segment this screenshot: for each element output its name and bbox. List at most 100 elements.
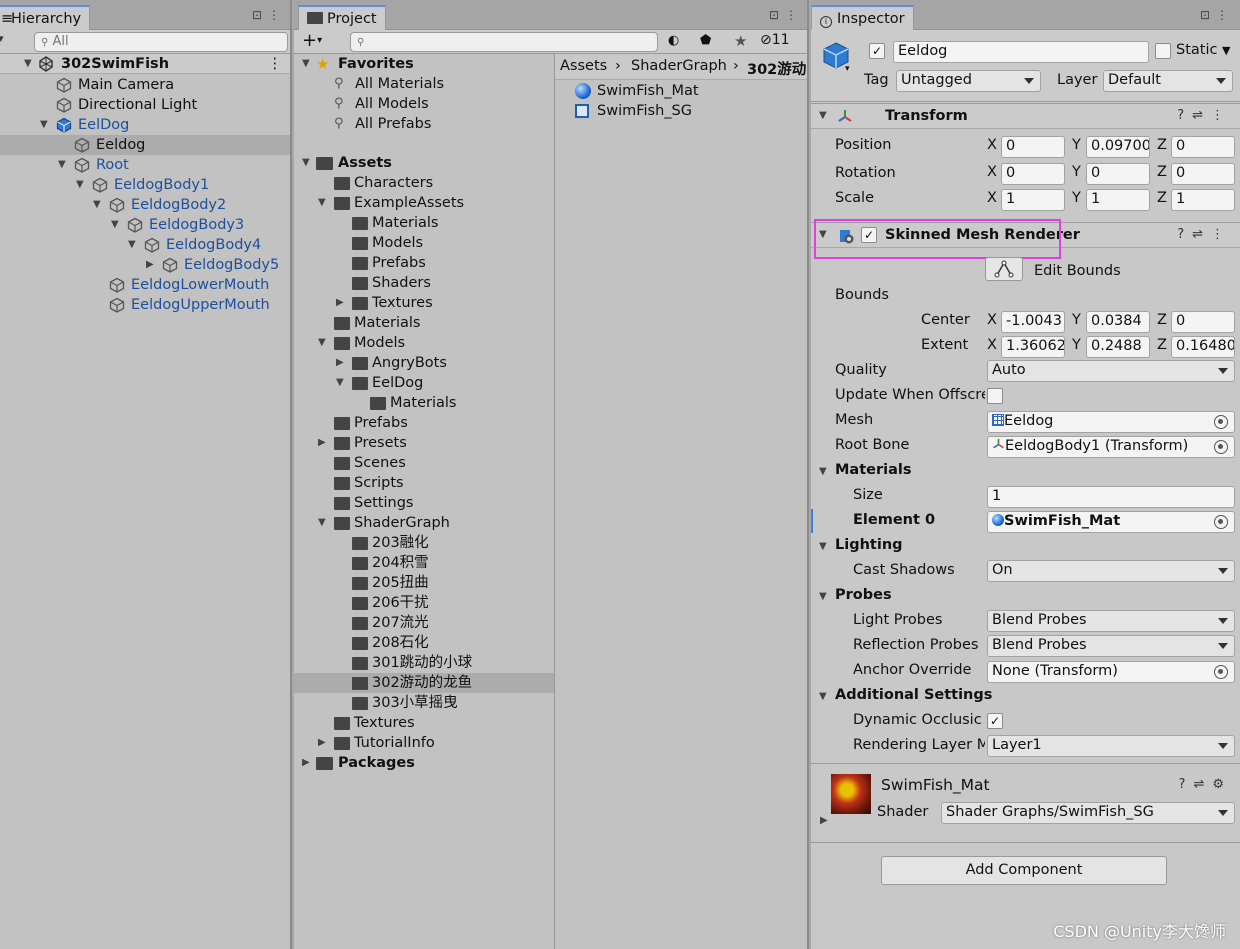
hierarchy-item[interactable]: ▼ Root (0, 155, 290, 175)
folder-tree-item[interactable]: 303小草摇曳 (294, 693, 554, 713)
more-icon[interactable]: ⋮ (1211, 108, 1232, 123)
expand-arrow-icon[interactable]: ▼ (58, 155, 66, 175)
object-name-field[interactable]: Eeldog (893, 41, 1149, 63)
scale-z-field[interactable]: 1 (1171, 189, 1235, 211)
tag-dropdown[interactable]: Untagged (896, 70, 1041, 92)
filter-label-icon[interactable]: ⬟ (700, 33, 711, 48)
expand-arrow-icon[interactable]: ▼ (302, 54, 310, 74)
collapse-arrow-icon[interactable]: ▶ (302, 753, 310, 773)
folder-tree-item[interactable]: Materials (294, 313, 554, 333)
lock-icon[interactable]: ⊡ (1200, 8, 1216, 22)
expand-arrow-icon[interactable]: ▼ (318, 333, 326, 353)
rotation-x-field[interactable]: 0 (1001, 163, 1065, 185)
bounds-center-z-field[interactable]: 0 (1171, 311, 1235, 333)
collapse-arrow-icon[interactable]: ▶ (146, 255, 154, 275)
bounds-extent-y-field[interactable]: 0.2488 (1086, 336, 1150, 358)
material-expand-arrow-icon[interactable]: ▶ (820, 815, 828, 826)
inspector-tab-icons[interactable]: ⊡⋮ (1200, 8, 1234, 22)
object-picker-icon[interactable] (1214, 515, 1228, 529)
mesh-field[interactable]: Eeldog (987, 411, 1235, 433)
hierarchy-search-input[interactable]: ⚲ All (34, 32, 288, 52)
folder-tree-item[interactable]: 205扭曲 (294, 573, 554, 593)
folder-tree-item[interactable]: 208石化 (294, 633, 554, 653)
hierarchy-item[interactable]: Main Camera (0, 75, 290, 95)
object-picker-icon[interactable] (1214, 665, 1228, 679)
breadcrumb-assets[interactable]: Assets (560, 58, 607, 74)
tab-inspector[interactable]: i Inspector (811, 5, 914, 30)
collapse-arrow-icon[interactable]: ▶ (318, 733, 326, 753)
expand-arrow-icon[interactable]: ▼ (336, 373, 344, 393)
bounds-extent-x-field[interactable]: 1.36062 (1001, 336, 1065, 358)
folder-tree-item[interactable]: ▶ AngryBots (294, 353, 554, 373)
folder-tree-item[interactable]: 207流光 (294, 613, 554, 633)
folder-tree-item[interactable]: ▶ Textures (294, 293, 554, 313)
folder-tree-item[interactable]: Prefabs (294, 413, 554, 433)
project-search-input[interactable]: ⚲ (350, 32, 658, 52)
breadcrumb-shadergraph[interactable]: ShaderGraph (631, 58, 727, 74)
folder-tree-item[interactable]: Settings (294, 493, 554, 513)
materials-expand-arrow-icon[interactable]: ▼ (819, 466, 827, 477)
bounds-extent-z-field[interactable]: 0.16480 (1171, 336, 1235, 358)
lock-icon[interactable]: ⊡ (769, 8, 785, 22)
root-bone-field[interactable]: EeldogBody1 (Transform) (987, 436, 1235, 458)
gear-icon[interactable]: ⚙ (1212, 777, 1232, 792)
folder-tree-item[interactable]: ▼ Models (294, 333, 554, 353)
folder-tree-item[interactable]: Prefabs (294, 253, 554, 273)
add-asset-button[interactable]: +▾ (302, 30, 322, 52)
expand-arrow-icon[interactable]: ▼ (76, 175, 84, 195)
expand-arrow-icon[interactable]: ▼ (318, 193, 326, 213)
materials-size-field[interactable]: 1 (987, 486, 1235, 508)
lock-icon[interactable]: ⊡ (252, 8, 268, 22)
expand-arrow-icon[interactable]: ▼ (24, 54, 32, 74)
tab-hierarchy[interactable]: ≡Hierarchy (0, 5, 91, 30)
favorites-item[interactable]: ⚲ All Prefabs (294, 114, 554, 134)
dynamic-occlusion-checkbox[interactable]: ✓ (987, 713, 1003, 729)
hierarchy-item[interactable]: EeldogLowerMouth (0, 275, 290, 295)
position-y-field[interactable]: 0.09700 (1086, 136, 1150, 158)
expand-arrow-icon[interactable]: ▼ (302, 153, 310, 173)
hierarchy-item[interactable]: ▼ EeldogBody1 (0, 175, 290, 195)
more-icon[interactable]: ⋮ (268, 8, 286, 22)
project-divider[interactable] (807, 0, 809, 949)
tab-project[interactable]: Project (298, 5, 386, 30)
folder-tree-item[interactable]: ▶ TutorialInfo (294, 733, 554, 753)
rendering-layer-dropdown[interactable]: Layer1 (987, 735, 1235, 757)
anchor-override-field[interactable]: None (Transform) (987, 661, 1235, 683)
component-header-icons[interactable]: ?⇌⋮ (1177, 108, 1232, 123)
help-icon[interactable]: ? (1179, 777, 1194, 792)
favorites-item[interactable]: ⚲ All Models (294, 94, 554, 114)
expand-arrow-icon[interactable]: ▼ (40, 115, 48, 135)
light-probes-dropdown[interactable]: Blend Probes (987, 610, 1235, 632)
scale-x-field[interactable]: 1 (1001, 189, 1065, 211)
preset-sliders-icon[interactable]: ⇌ (1192, 108, 1211, 123)
more-icon[interactable]: ⋮ (1211, 227, 1232, 242)
additional-expand-arrow-icon[interactable]: ▼ (819, 691, 827, 702)
hierarchy-item[interactable]: EeldogUpperMouth (0, 295, 290, 315)
folder-tree-item[interactable]: ▼ EelDog (294, 373, 554, 393)
object-picker-icon[interactable] (1214, 440, 1228, 454)
expand-arrow-icon[interactable]: ▼ (318, 513, 326, 533)
breadcrumb-current[interactable]: 302游动的 (747, 58, 809, 79)
folder-tree-item[interactable]: ▶ Presets (294, 433, 554, 453)
static-checkbox[interactable] (1155, 43, 1171, 59)
favorite-star-icon[interactable]: ★ (734, 32, 747, 50)
position-z-field[interactable]: 0 (1171, 136, 1235, 158)
expand-arrow-icon[interactable]: ▼ (819, 110, 827, 121)
layer-dropdown[interactable]: Default (1103, 70, 1233, 92)
more-icon[interactable]: ⋮ (1216, 8, 1234, 22)
assets-row[interactable]: ▼ Assets (294, 153, 554, 173)
folder-tree-item[interactable]: Scenes (294, 453, 554, 473)
hierarchy-tab-icons[interactable]: ⊡⋮ (252, 8, 286, 22)
lighting-label[interactable]: Lighting (835, 537, 903, 553)
hierarchy-item[interactable]: Directional Light (0, 95, 290, 115)
collapse-arrow-icon[interactable]: ▶ (336, 353, 344, 373)
hidden-packages-toggle[interactable]: ⊘11 (760, 32, 790, 48)
folder-tree-item[interactable]: 301跳动的小球 (294, 653, 554, 673)
rotation-z-field[interactable]: 0 (1171, 163, 1235, 185)
folder-tree-item[interactable]: Scripts (294, 473, 554, 493)
position-x-field[interactable]: 0 (1001, 136, 1065, 158)
collapse-arrow-icon[interactable]: ▶ (318, 433, 326, 453)
hierarchy-item[interactable]: ▼ EeldogBody4 (0, 235, 290, 255)
folder-tree-item[interactable]: 206干扰 (294, 593, 554, 613)
probes-expand-arrow-icon[interactable]: ▼ (819, 591, 827, 602)
